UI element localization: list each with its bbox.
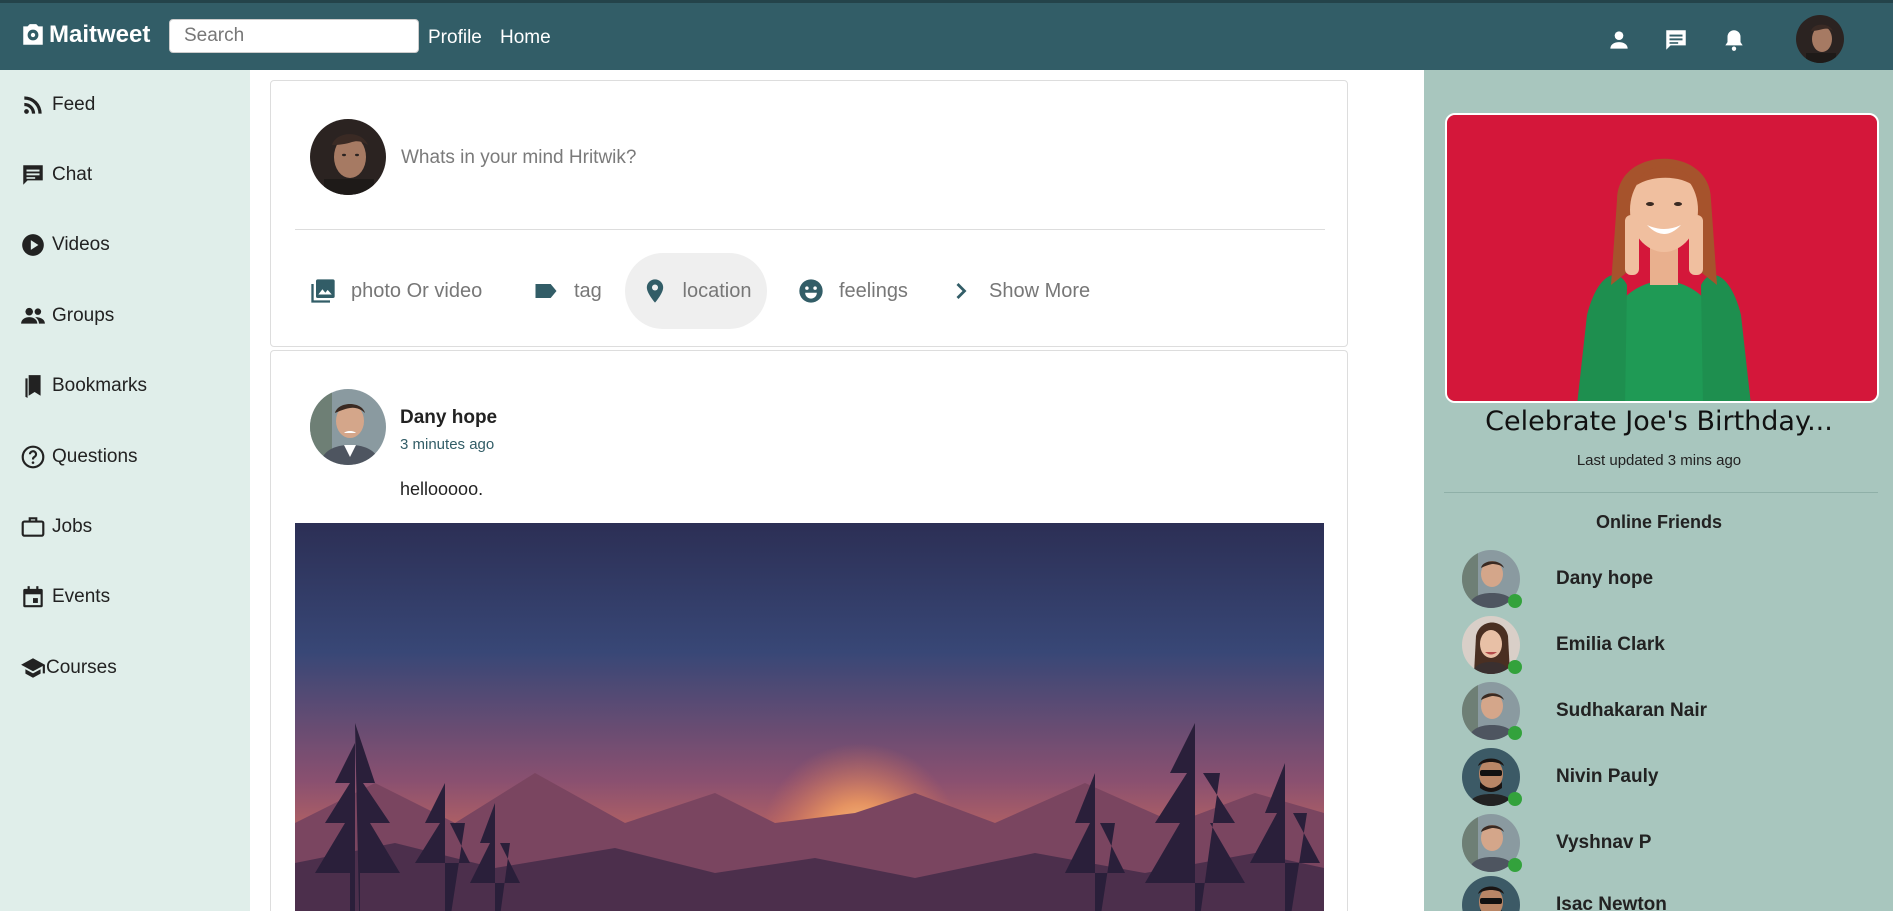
option-label: photo Or video (351, 279, 483, 302)
online-friend-item[interactable]: Emilia Clark (1462, 616, 1862, 674)
online-friend-item[interactable]: Isac Newton (1462, 876, 1862, 911)
post-author-avatar[interactable] (310, 389, 386, 465)
show-more-option[interactable]: Show More (935, 253, 1102, 329)
person-icon[interactable] (1606, 27, 1632, 53)
online-status-dot (1508, 726, 1522, 740)
feed-post: Dany hope 3 minutes ago hellooooo. (270, 350, 1348, 911)
play-icon (22, 234, 44, 256)
rightbar-divider (1444, 492, 1878, 493)
friend-name: Emilia Clark (1556, 634, 1665, 655)
help-icon (21, 445, 45, 469)
option-label: tag (574, 279, 602, 302)
sidebar-item-videos[interactable]: Videos (20, 228, 110, 262)
brand-name: Maitweet (49, 21, 151, 48)
sidebar-item-groups[interactable]: Groups (20, 299, 114, 333)
tag-option[interactable]: tag (520, 253, 614, 329)
sidebar-item-label: Bookmarks (52, 375, 148, 396)
friend-avatar (1462, 748, 1522, 806)
post-text: hellooooo. (400, 479, 484, 499)
sidebar-item-events[interactable]: Events (20, 580, 110, 614)
composer-input[interactable] (401, 141, 1301, 175)
sidebar-item-feed[interactable]: Feed (20, 88, 95, 122)
search-input[interactable] (169, 19, 419, 53)
online-friend-item[interactable]: Nivin Pauly (1462, 748, 1862, 806)
sidebar-item-label: Groups (52, 305, 115, 326)
left-sidebar: Feed Chat Videos Groups Bookmarks Questi… (0, 70, 250, 911)
photo-library-icon (311, 279, 335, 303)
rss-icon (24, 96, 42, 114)
location-option[interactable]: location (625, 253, 767, 329)
friend-avatar (1462, 876, 1520, 911)
chat-icon[interactable] (1663, 27, 1689, 53)
online-friends-title: Online Friends (1595, 512, 1723, 532)
friend-name: Vyshnav P (1556, 832, 1652, 853)
online-status-dot (1508, 858, 1522, 872)
online-friend-item[interactable]: Sudhakaran Nair (1462, 682, 1862, 740)
bookmark-icon (25, 375, 41, 398)
brand-logo[interactable]: Maitweet (20, 21, 150, 49)
label-icon (535, 284, 557, 298)
option-label: feelings (839, 279, 908, 302)
calendar-icon (23, 586, 43, 608)
post-composer: photo Or video tag location feelings Sho… (270, 80, 1348, 347)
location-pin-icon (646, 279, 663, 303)
sidebar-item-label: Questions (52, 446, 138, 467)
birthday-promo-image[interactable] (1445, 113, 1879, 403)
sidebar-item-label: Chat (52, 164, 93, 185)
friend-avatar (1462, 550, 1522, 608)
friend-avatar (1462, 814, 1522, 872)
post-timestamp: 3 minutes ago (400, 436, 495, 453)
online-status-dot (1508, 660, 1522, 674)
online-friend-item[interactable]: Vyshnav P (1462, 814, 1862, 872)
briefcase-icon (21, 517, 45, 537)
top-navbar: Maitweet Profile Home (0, 0, 1893, 70)
online-status-dot (1508, 594, 1522, 608)
online-status-dot (1508, 792, 1522, 806)
feelings-option[interactable]: feelings (785, 253, 920, 329)
sidebar-item-label: Jobs (52, 516, 93, 537)
friend-name: Dany hope (1556, 568, 1654, 589)
sidebar-item-label: Feed (52, 94, 96, 115)
nav-home-link[interactable]: Home (500, 27, 551, 49)
sidebar-item-bookmarks[interactable]: Bookmarks (20, 369, 147, 403)
promo-title: Celebrate Joe's Birthday... (1485, 406, 1833, 437)
friend-name: Sudhakaran Nair (1556, 700, 1707, 721)
option-label: location (682, 279, 752, 302)
option-label: Show More (989, 279, 1091, 302)
school-icon (21, 658, 45, 678)
sidebar-item-label: Videos (52, 234, 110, 255)
sidebar-item-label: Courses (46, 657, 117, 678)
sidebar-item-label: Events (52, 586, 111, 607)
friend-name: Nivin Pauly (1556, 766, 1659, 787)
smiley-icon (799, 279, 823, 303)
sidebar-item-courses[interactable]: Courses (20, 651, 117, 685)
user-avatar[interactable] (1796, 15, 1844, 63)
composer-avatar (310, 119, 386, 195)
composer-divider (295, 229, 1325, 230)
chat-icon (23, 165, 43, 185)
friend-avatar (1462, 616, 1522, 674)
camera-icon (23, 24, 43, 45)
photo-video-option[interactable]: photo Or video (297, 253, 494, 329)
right-sidebar: Celebrate Joe's Birthday... Last updated… (1424, 70, 1893, 911)
nav-profile-link[interactable]: Profile (428, 27, 482, 49)
chevron-right-icon (956, 283, 967, 299)
promo-subtitle: Last updated 3 mins ago (1576, 452, 1742, 469)
group-icon (21, 307, 45, 324)
bell-icon[interactable] (1721, 27, 1747, 53)
sidebar-item-chat[interactable]: Chat (20, 158, 92, 192)
sidebar-item-jobs[interactable]: Jobs (20, 510, 92, 544)
online-friend-item[interactable]: Dany hope (1462, 550, 1862, 608)
friend-name: Isac Newton (1556, 894, 1667, 911)
sidebar-item-questions[interactable]: Questions (20, 440, 138, 474)
friend-avatar (1462, 682, 1522, 740)
post-image (295, 523, 1324, 911)
post-author[interactable]: Dany hope (400, 407, 497, 429)
